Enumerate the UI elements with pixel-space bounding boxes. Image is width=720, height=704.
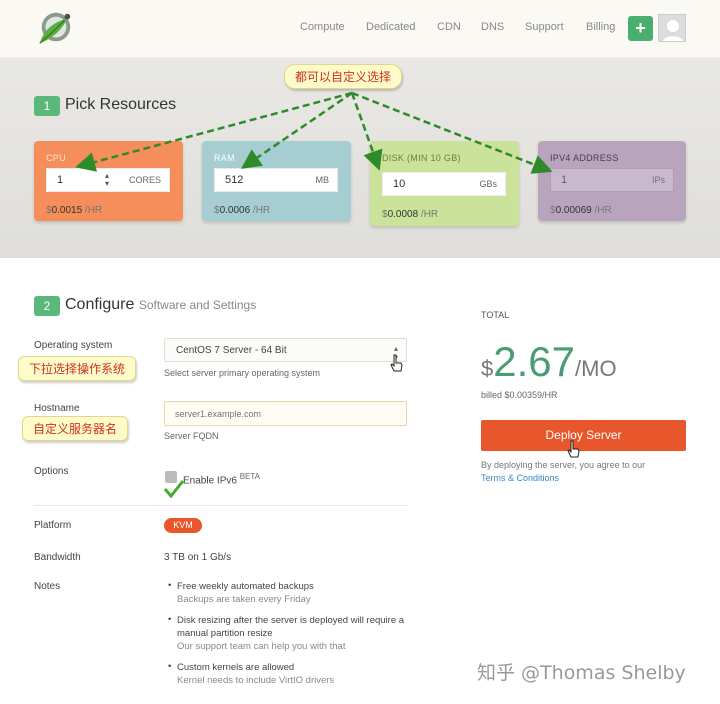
arrow-to-ram [240, 91, 353, 169]
configure-title-text: Configure [65, 296, 135, 313]
deploy-server-button[interactable]: Deploy Server [481, 420, 686, 451]
options-label: Options [34, 466, 69, 477]
note-main: Free weekly automated backups [177, 581, 314, 592]
note-main: Disk resizing after the server is deploy… [177, 615, 405, 639]
arrow-to-disk [350, 92, 383, 171]
annotation-arrows [75, 91, 553, 174]
arrow-to-cpu [75, 91, 353, 172]
configure-title: Configure Software and Settings [65, 296, 256, 314]
step-number-2: 2 [34, 296, 60, 316]
notes-label: Notes [34, 581, 61, 592]
hostname-hint: Server FQDN [164, 431, 219, 441]
terms-notice: By deploying the server, you agree to ou… [481, 459, 691, 485]
hostname-input[interactable] [164, 401, 407, 426]
beta-badge: BETA [239, 472, 261, 481]
list-item: • Free weekly automated backups Backups … [168, 580, 407, 606]
total-price: $2.67/MO [481, 338, 617, 386]
price-period: /MO [575, 356, 617, 381]
terms-link[interactable]: Terms & Conditions [481, 473, 559, 483]
os-label: Operating system [34, 340, 113, 351]
watermark: 知乎 @Thomas Shelby [477, 662, 686, 684]
annotation-hostname: 自定义服务器名 [22, 416, 129, 441]
hostname-label: Hostname [34, 403, 80, 414]
bullet-icon: • [168, 580, 172, 591]
notes-list: • Free weekly automated backups Backups … [168, 580, 407, 695]
note-sub: Our support team can help you with that [177, 641, 346, 652]
bandwidth-value: 3 TB on 1 Gb/s [164, 552, 232, 563]
price-currency: $ [481, 356, 494, 381]
os-hint: Select server primary operating system [164, 368, 321, 378]
configure-subtitle: Software and Settings [138, 298, 257, 312]
ipv6-label: Enable IPv6 BETA [183, 472, 260, 486]
divider [34, 505, 407, 506]
price-amount: 2.67 [493, 338, 575, 385]
ipv6-label-text: Enable IPv6 [183, 475, 237, 487]
note-main: Custom kernels are allowed [177, 662, 295, 673]
platform-badge: KVM [164, 518, 202, 533]
note-sub: Backups are taken every Friday [177, 594, 311, 605]
arrow-to-ipv4 [351, 91, 553, 174]
os-select[interactable]: CentOS 7 Server - 64 Bit ▴▾ [164, 338, 407, 362]
pointer-cursor-icon [567, 440, 580, 458]
platform-label: Platform [34, 520, 72, 531]
list-item: • Disk resizing after the server is depl… [168, 614, 407, 653]
annotation-os: 下拉选择操作系统 [18, 356, 137, 381]
bullet-icon: • [168, 661, 172, 672]
os-selected-value: CentOS 7 Server - 64 Bit [176, 345, 287, 356]
annotation-top: 都可以自定义选择 [284, 64, 403, 89]
checkmark-icon [163, 480, 185, 499]
bandwidth-label: Bandwidth [34, 552, 81, 563]
bullet-icon: • [168, 614, 172, 625]
total-label: TOTAL [481, 310, 510, 320]
list-item: • Custom kernels are allowed Kernel need… [168, 661, 407, 687]
billed-rate: billed $0.00359/HR [481, 390, 558, 400]
terms-text: By deploying the server, you agree to ou… [481, 460, 646, 470]
note-sub: Kernel needs to include VirtIO drivers [177, 675, 335, 686]
pointer-cursor-icon [390, 354, 403, 372]
